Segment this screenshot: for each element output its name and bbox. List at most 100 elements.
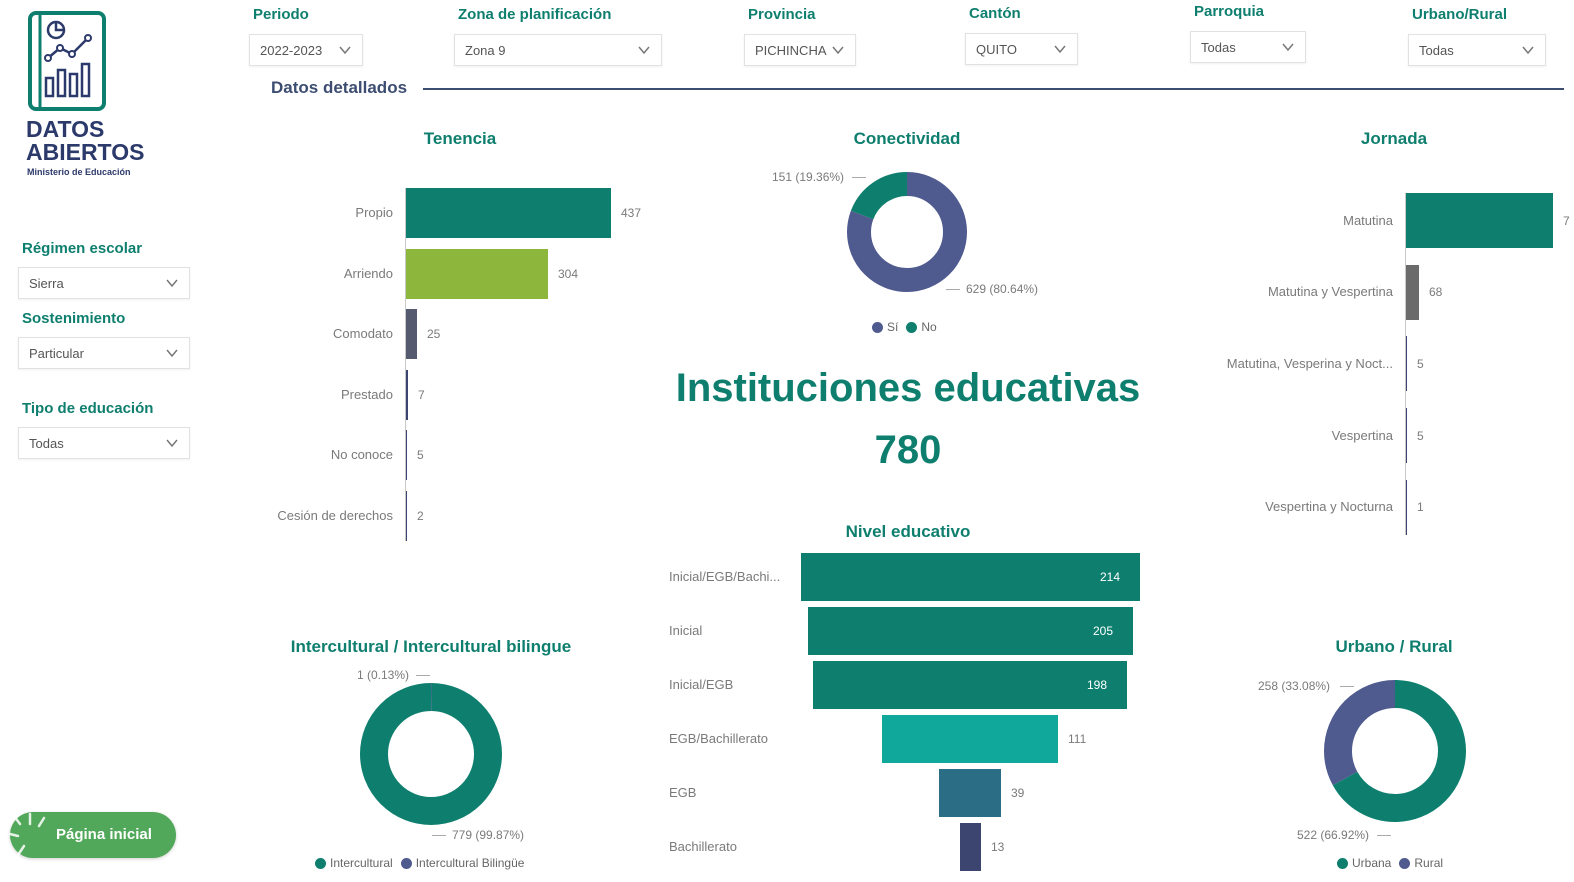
donut-slice-label: 629 (80.64%) [966, 282, 1039, 296]
bar-category-label: Arriendo [343, 265, 393, 281]
filter-dropdown[interactable]: Zona 9 [454, 34, 662, 66]
funnel-value-label: 198 [1087, 678, 1108, 692]
filter-label: Periodo [253, 6, 309, 23]
filter-dropdown[interactable]: 2022-2023 [249, 34, 363, 66]
chart-title-nivel: Nivel educativo [845, 522, 971, 541]
sidebar-filter-value: Sierra [29, 275, 64, 291]
legend-item-label: Urbana [1352, 856, 1392, 870]
bar[interactable] [405, 309, 417, 360]
bar-value-label: 5 [1417, 356, 1424, 371]
filter-label: Zona de planificación [458, 6, 612, 23]
kpi-value: 780 [874, 428, 942, 472]
chevron-down-icon [166, 349, 178, 358]
bar-category-label: Cesión de derechos [277, 508, 393, 523]
bar[interactable] [405, 248, 548, 299]
sidebar-filter-dropdown[interactable]: Sierra [18, 267, 190, 299]
funnel-value-label: 205 [1093, 624, 1114, 638]
legend-item[interactable]: Sí [872, 320, 898, 334]
donut-slice-label: 258 (33.08%) [1258, 679, 1331, 693]
donut-slice-label: 522 (66.92%) [1297, 828, 1370, 842]
bar[interactable] [405, 188, 611, 238]
donut-label-leader [416, 675, 430, 676]
legend-item-label: Rural [1414, 856, 1444, 870]
legend-item-label: Sí [887, 320, 899, 334]
legend-dot-icon [400, 857, 412, 869]
kpi-title: Instituciones educativas [675, 366, 1141, 410]
funnel-value-label: 39 [1011, 786, 1025, 800]
bar-category-label: Vespertina [1331, 427, 1393, 443]
donut-slice-label: 1 (0.13%) [357, 668, 410, 682]
filter-label: Urbano/Rural [1412, 6, 1508, 23]
bar[interactable] [1405, 193, 1553, 248]
legend-dot-icon [1337, 857, 1348, 869]
sidebar-filter-label: Régimen escolar [22, 240, 143, 257]
funnel-category-label: Bachillerato [669, 839, 737, 854]
funnel-bar[interactable] [882, 715, 1058, 763]
funnel-bar[interactable] [960, 823, 981, 871]
chevron-down-icon [166, 279, 178, 288]
legend-item[interactable]: Intercultural [315, 856, 393, 870]
funnel-value-label: 111 [1068, 732, 1087, 746]
legend-item[interactable]: No [906, 320, 937, 334]
bar-category-label: Prestado [340, 386, 393, 402]
donut-legend: Sí No [872, 320, 937, 334]
chevron-down-icon [832, 46, 844, 55]
sidebar-filter-value: Todas [29, 435, 64, 451]
legend-item[interactable]: Rural [1399, 856, 1443, 870]
donut-label-leader [852, 177, 866, 178]
funnel-category-label: Inicial [669, 623, 703, 638]
funnel-bar[interactable] [813, 661, 1127, 709]
bar[interactable] [1405, 264, 1419, 320]
bar-value-label: 2 [417, 509, 424, 523]
chevron-down-icon [1054, 45, 1066, 54]
filter-dropdown-value: Todas [1201, 39, 1236, 55]
chart-title-jornada: Jornada [1360, 129, 1428, 148]
filter-dropdown-value: QUITO [976, 41, 1017, 57]
donut-label-leader [1377, 835, 1391, 836]
funnel-category-label: EGB/Bachillerato [669, 731, 768, 746]
funnel-bar[interactable] [939, 769, 1001, 817]
legend-dot-icon [906, 321, 918, 333]
filter-label: Provincia [748, 6, 816, 23]
filter-label: Parroquia [1194, 3, 1265, 20]
bar-value-label: 1 [1417, 500, 1424, 515]
filter-dropdown[interactable]: Todas [1408, 34, 1546, 66]
filter-dropdown-value: 2022-2023 [260, 42, 323, 58]
home-button[interactable]: Página inicial [8, 812, 176, 860]
funnel-bar[interactable] [801, 553, 1140, 601]
chart-title-conectividad: Conectividad [853, 129, 961, 148]
legend-item-label: Intercultural Bilingüe [415, 856, 525, 870]
legend-item[interactable]: Urbana [1337, 856, 1391, 870]
bar-value-label: 25 [427, 327, 441, 342]
legend-item[interactable]: Intercultural Bilingüe [400, 856, 525, 870]
filter-dropdown[interactable]: PICHINCHA [744, 34, 856, 66]
donut-legend: Intercultural Intercultural Bilingüe [315, 856, 524, 870]
bar-category-label: Vespertina y Nocturna [1265, 499, 1393, 515]
donut-slice-label: 151 (19.36%) [772, 170, 845, 184]
chevron-down-icon [339, 46, 351, 55]
legend-item-label: Intercultural [330, 856, 393, 870]
filter-dropdown[interactable]: Todas [1190, 31, 1306, 63]
filter-dropdown-value: PICHINCHA [755, 42, 827, 58]
legend-dot-icon [872, 321, 883, 333]
bar-category-label: Matutina, Vesperina y Noct... [1226, 355, 1393, 371]
home-button-label: Página inicial [56, 826, 152, 843]
funnel-bar[interactable] [808, 607, 1133, 655]
bar-value-label: 68 [1429, 285, 1443, 300]
donut-chart [360, 683, 502, 825]
donut-chart [1324, 680, 1466, 822]
filter-dropdown[interactable]: QUITO [965, 33, 1078, 65]
funnel-category-label: EGB [669, 785, 697, 800]
chart-title-tenencia: Tenencia [423, 129, 497, 148]
sidebar-filter-dropdown[interactable]: Particular [18, 337, 190, 369]
chevron-down-icon [1522, 46, 1534, 55]
chart-book-icon [28, 11, 106, 111]
funnel-category-label: Inicial/EGB [669, 677, 734, 692]
funnel-value-label: 214 [1100, 570, 1121, 584]
sidebar-filter-dropdown[interactable]: Todas [18, 427, 190, 459]
section-divider [423, 88, 1564, 90]
bar-category-label: Propio [355, 205, 393, 220]
bar-value-label: 437 [621, 206, 642, 220]
funnel-category-label: Inicial/EGB/Bachi... [669, 569, 781, 584]
donut-slice[interactable] [360, 683, 502, 825]
